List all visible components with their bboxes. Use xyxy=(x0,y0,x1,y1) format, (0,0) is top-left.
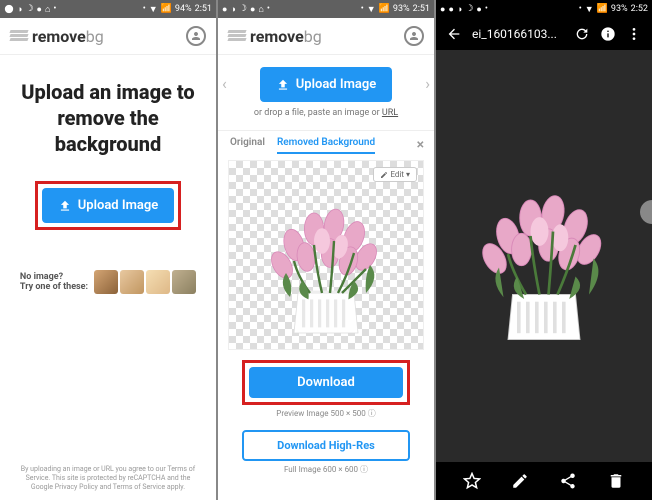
upload-icon xyxy=(58,199,72,213)
status-bar: ●◑☽●⌂• •▼📶93%2:51 xyxy=(218,0,434,18)
time-text: 2:51 xyxy=(195,4,212,14)
edit-button[interactable]: Edit ▾ xyxy=(373,167,417,182)
bottom-toolbar xyxy=(436,462,652,500)
upload-area: Upload Image or drop a file, paste an im… xyxy=(218,55,434,131)
highlight-box: Download xyxy=(242,360,410,405)
status-bar: ●●◑☽●• •▼📶93%2:52 xyxy=(436,0,652,18)
close-icon[interactable]: × xyxy=(417,137,424,157)
star-icon[interactable] xyxy=(463,472,481,490)
more-icon[interactable] xyxy=(626,26,642,42)
no-image-row: No image? Try one of these: xyxy=(12,270,204,294)
screen-2: ●◑☽●⌂• •▼📶93%2:51 removebg Upload Image … xyxy=(218,0,434,500)
side-handle[interactable] xyxy=(640,200,652,224)
battery-text: 94% xyxy=(175,4,192,14)
account-icon[interactable] xyxy=(186,26,206,46)
share-icon[interactable] xyxy=(559,472,577,490)
app-header: removebg xyxy=(218,18,434,55)
info-icon[interactable] xyxy=(600,26,616,42)
screen-1: ◑☽●⌂• •▼📶 94% 2:51 removebg Upload an im… xyxy=(0,0,216,500)
screen-3: ●●◑☽●• •▼📶93%2:52 ei_160166103... xyxy=(436,0,652,500)
sample-thumbs[interactable] xyxy=(94,270,196,294)
chevron-left-icon[interactable]: ‹ xyxy=(222,74,227,93)
upload-button[interactable]: Upload Image xyxy=(260,67,393,102)
tabs: Original Removed Background × xyxy=(218,131,434,154)
fine-print: By uploading an image or URL you agree t… xyxy=(0,457,216,500)
output-image xyxy=(454,164,634,348)
logo[interactable]: removebg xyxy=(10,27,104,46)
result-image xyxy=(246,181,406,345)
chevron-right-icon[interactable]: › xyxy=(425,74,430,93)
download-section: Download Preview Image 500 × 500 ⓘ Downl… xyxy=(218,356,434,482)
app-header: removebg xyxy=(0,18,216,55)
highlight-box: Upload Image xyxy=(35,181,182,230)
logo[interactable]: removebg xyxy=(228,27,322,46)
tab-original[interactable]: Original xyxy=(230,137,265,154)
refresh-icon[interactable] xyxy=(574,26,590,42)
full-caption: Full Image 600 × 600 ⓘ xyxy=(242,464,410,475)
tab-removed-bg[interactable]: Removed Background xyxy=(277,137,375,154)
back-icon[interactable] xyxy=(446,26,462,42)
file-title: ei_160166103... xyxy=(472,27,564,41)
image-viewport[interactable] xyxy=(436,50,652,462)
upload-button[interactable]: Upload Image xyxy=(42,188,175,223)
page-heading: Upload an image to remove the background xyxy=(12,79,204,157)
edit-icon[interactable] xyxy=(511,472,529,490)
pencil-icon xyxy=(380,171,388,179)
messenger-icon xyxy=(4,4,14,14)
status-bar: ◑☽●⌂• •▼📶 94% 2:51 xyxy=(0,0,216,18)
preview-area: Edit ▾ xyxy=(228,160,424,350)
account-icon[interactable] xyxy=(404,26,424,46)
main-content: Upload an image to remove the background… xyxy=(0,55,216,457)
upload-icon xyxy=(276,78,290,92)
download-hires-button[interactable]: Download High-Res xyxy=(242,430,410,461)
drop-hint: or drop a file, paste an image or URL xyxy=(230,108,422,118)
viewer-header: ei_160166103... xyxy=(436,18,652,50)
no-image-label: No image? Try one of these: xyxy=(20,272,88,292)
delete-icon[interactable] xyxy=(607,472,625,490)
preview-caption: Preview Image 500 × 500 ⓘ xyxy=(242,408,410,419)
download-button[interactable]: Download xyxy=(249,367,403,398)
url-link[interactable]: URL xyxy=(382,108,398,118)
